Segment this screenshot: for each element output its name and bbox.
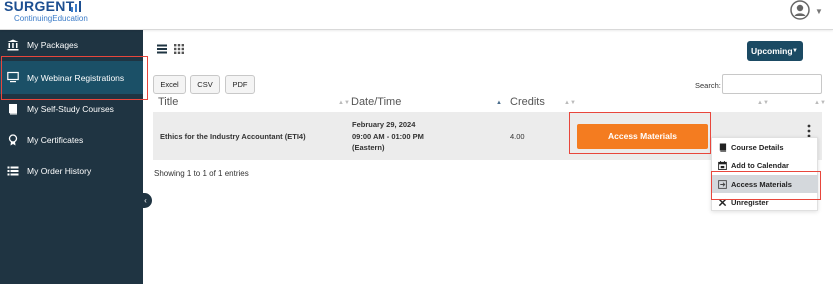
menu-item-add-to-calendar[interactable]: Add to Calendar <box>712 156 818 174</box>
user-avatar-icon[interactable] <box>790 0 810 20</box>
column-header-date-time[interactable]: Date/Time <box>351 96 401 108</box>
top-header: SURGENT ContinuingEducation ▼ <box>0 0 833 30</box>
user-menu-caret-icon[interactable]: ▼ <box>815 7 823 16</box>
row-credits: 4.00 <box>510 132 525 141</box>
row-action-menu: Course Details Add to Calendar Access Ma… <box>711 137 818 211</box>
sidebar-item-my-order-history[interactable]: My Order History <box>0 156 143 187</box>
sidebar: My Packages My Webinar Registrations My … <box>0 30 143 284</box>
calendar-icon <box>718 161 727 170</box>
sort-asc-icon[interactable]: ▲ <box>496 100 502 106</box>
app-root: SURGENT ContinuingEducation ▼ My Package… <box>0 0 833 284</box>
x-icon <box>718 198 727 207</box>
sidebar-item-label: My Packages <box>27 40 79 50</box>
export-excel-button[interactable]: Excel <box>153 75 186 94</box>
menu-item-label: Add to Calendar <box>731 161 789 170</box>
caret-down-icon: ▼ <box>792 48 798 54</box>
column-header-credits[interactable]: Credits <box>510 96 545 108</box>
search-label: Search: <box>695 81 721 90</box>
sidebar-collapse-button[interactable]: ‹ <box>139 193 152 208</box>
brand-name: SURGENT <box>4 0 75 14</box>
sidebar-item-my-self-study-courses[interactable]: My Self-Study Courses <box>0 94 143 125</box>
menu-item-unregister[interactable]: Unregister <box>712 193 818 211</box>
bank-icon <box>7 39 19 51</box>
sidebar-item-label: My Certificates <box>27 135 84 145</box>
list-view-icon[interactable] <box>157 44 167 54</box>
menu-item-label: Unregister <box>731 198 769 207</box>
book-icon <box>719 143 727 152</box>
chevron-left-icon: ‹ <box>144 196 147 205</box>
sort-icon[interactable]: ▲▼ <box>564 100 576 106</box>
monitor-icon <box>7 71 19 83</box>
brand-tagline: ContinuingEducation <box>14 14 88 23</box>
row-date: February 29, 2024 <box>352 120 416 129</box>
sidebar-item-my-packages[interactable]: My Packages <box>0 30 143 61</box>
grid-view-icon[interactable] <box>174 44 184 54</box>
table-info: Showing 1 to 1 of 1 entries <box>154 169 249 178</box>
sidebar-item-label: My Order History <box>27 166 92 176</box>
kebab-menu-icon[interactable] <box>805 124 813 138</box>
row-title: Ethics for the Industry Accountant (ETI4… <box>160 132 306 141</box>
row-timezone: (Eastern) <box>352 143 385 152</box>
column-header-title[interactable]: Title <box>158 96 178 108</box>
sort-icon[interactable]: ▲▼ <box>814 100 826 106</box>
brand-logo[interactable]: SURGENT ContinuingEducation <box>4 0 94 26</box>
sidebar-item-my-certificates[interactable]: My Certificates <box>0 125 143 156</box>
filter-selected-label: Upcoming <box>751 46 793 56</box>
materials-icon <box>718 180 727 189</box>
logo-bars-icon <box>71 1 81 12</box>
book-icon <box>9 104 17 115</box>
menu-item-label: Access Materials <box>731 180 792 189</box>
badge-icon <box>8 134 18 146</box>
search-input[interactable] <box>722 74 822 94</box>
export-pdf-button[interactable]: PDF <box>225 75 255 94</box>
export-csv-button[interactable]: CSV <box>190 75 220 94</box>
sidebar-item-label: My Self-Study Courses <box>27 104 114 114</box>
sort-icon[interactable]: ▲▼ <box>757 100 769 106</box>
user-menu[interactable]: ▼ <box>790 0 824 22</box>
sort-icon[interactable]: ▲▼ <box>338 100 350 106</box>
filter-dropdown-button[interactable]: Upcoming ▼ <box>747 41 803 61</box>
sidebar-item-label: My Webinar Registrations <box>27 73 125 83</box>
menu-item-course-details[interactable]: Course Details <box>712 138 818 156</box>
menu-item-access-materials[interactable]: Access Materials <box>712 175 818 193</box>
row-time: 09:00 AM - 01:00 PM <box>352 131 424 141</box>
menu-item-label: Course Details <box>731 143 784 152</box>
sidebar-item-my-webinar-registrations[interactable]: My Webinar Registrations <box>0 61 143 94</box>
list-icon <box>7 166 19 176</box>
access-materials-button[interactable]: Access Materials <box>577 124 708 149</box>
row-date-time: February 29, 2024 09:00 AM - 01:00 PM (E… <box>352 119 424 154</box>
